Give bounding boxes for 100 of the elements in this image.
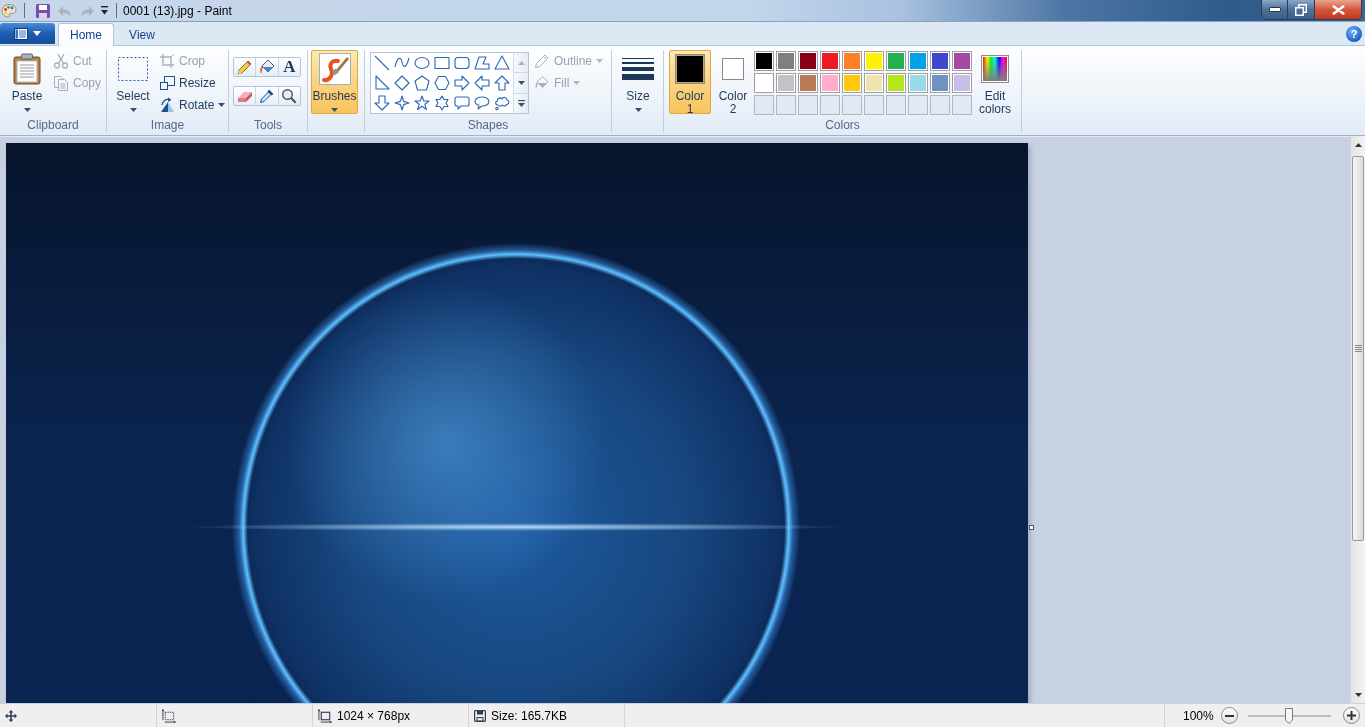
right-triangle-icon[interactable]: [374, 75, 390, 91]
brushes-button[interactable]: Brushes: [311, 50, 358, 114]
empty-color-slot[interactable]: [842, 95, 862, 115]
save-icon: [35, 2, 51, 19]
up-arrow-icon[interactable]: [494, 75, 510, 91]
paint-bucket-icon: [534, 75, 550, 91]
size-button[interactable]: Size: [616, 50, 660, 114]
color-swatch[interactable]: [952, 73, 972, 93]
color-swatch[interactable]: [754, 73, 774, 93]
empty-color-slot[interactable]: [864, 95, 884, 115]
dropdown-icon: [101, 6, 108, 15]
crop-icon: [159, 53, 175, 69]
pentagon-icon[interactable]: [414, 75, 430, 91]
file-size: Size: 165.7KB: [491, 708, 568, 723]
restore-button[interactable]: [1288, 0, 1315, 19]
empty-color-slot[interactable]: [930, 95, 950, 115]
left-arrow-icon[interactable]: [474, 75, 490, 91]
color-swatch[interactable]: [908, 73, 928, 93]
four-point-star-icon[interactable]: [394, 95, 410, 111]
color-swatch[interactable]: [776, 73, 796, 93]
right-arrow-icon[interactable]: [454, 75, 470, 91]
color-swatch[interactable]: [776, 51, 796, 71]
empty-color-slot[interactable]: [820, 95, 840, 115]
paint-bucket-icon: [259, 59, 275, 75]
color-select-button[interactable]: Color 2: [713, 50, 753, 114]
color-swatch[interactable]: [908, 51, 928, 71]
color-swatch[interactable]: [864, 51, 884, 71]
paintbrush-icon: [318, 53, 351, 85]
empty-color-slot[interactable]: [952, 95, 972, 115]
zoom-out-button[interactable]: [1220, 707, 1238, 724]
text-tool-button[interactable]: A: [278, 58, 300, 76]
polygon-icon[interactable]: [474, 55, 490, 71]
palette-icon: [1, 2, 17, 19]
caret-icon: [218, 103, 226, 107]
color-swatch[interactable]: [930, 73, 950, 93]
empty-color-slot[interactable]: [776, 95, 796, 115]
resize-icon: [159, 75, 175, 91]
empty-color-slot[interactable]: [798, 95, 818, 115]
resize-handle[interactable]: [1029, 525, 1034, 530]
magnifier-icon: [281, 88, 298, 104]
selection-size-icon: [162, 708, 176, 723]
color-select-button[interactable]: Color 1: [669, 50, 711, 114]
color-swatch[interactable]: [864, 73, 884, 93]
zoom-level: 100%: [1183, 708, 1214, 723]
ribbon-tab[interactable]: Home: [58, 23, 114, 46]
window-title: 0001 (13).jpg - Paint: [123, 3, 232, 18]
rectangle-icon[interactable]: [434, 55, 450, 71]
save-button[interactable]: [35, 2, 51, 19]
up-caret-icon: [1354, 142, 1362, 147]
group-label: Clipboard: [26, 118, 80, 132]
resize-button[interactable]: Resize: [156, 72, 229, 94]
select-button[interactable]: Select: [113, 50, 153, 114]
caret-icon: [33, 31, 41, 36]
rotate-button[interactable]: Rotate: [156, 94, 229, 116]
clipboard-icon: [13, 53, 41, 85]
ribbon-tab[interactable]: View: [114, 23, 170, 45]
diamond-icon[interactable]: [394, 75, 410, 91]
color-swatch[interactable]: [820, 51, 840, 71]
speech-bubble-icon[interactable]: [454, 95, 470, 111]
color-spectrum-icon: [981, 55, 1009, 83]
color-swatch[interactable]: [952, 51, 972, 71]
color-swatch[interactable]: [930, 51, 950, 71]
color-swatch[interactable]: [886, 73, 906, 93]
image-size-icon: [318, 708, 332, 723]
empty-color-slot[interactable]: [908, 95, 928, 115]
edit-colors-button[interactable]: Edit colors: [975, 50, 1015, 114]
group-label: Shapes: [466, 118, 510, 132]
empty-color-slot[interactable]: [886, 95, 906, 115]
pencil-tool-button[interactable]: [234, 58, 257, 76]
empty-color-slot[interactable]: [754, 95, 774, 115]
color-swatch[interactable]: [754, 51, 774, 71]
color-swatch[interactable]: [820, 73, 840, 93]
hexagon-icon[interactable]: [434, 75, 450, 91]
app-menu-button[interactable]: [0, 23, 55, 44]
rounded-rectangle-icon[interactable]: [454, 55, 470, 71]
minimize-button[interactable]: [1262, 0, 1288, 19]
down-arrow-icon[interactable]: [374, 95, 390, 111]
eyedropper-icon: [259, 88, 275, 104]
color-swatch[interactable]: [798, 51, 818, 71]
zoom-in-button[interactable]: [1342, 707, 1360, 724]
oval-icon[interactable]: [414, 55, 430, 71]
oval-speech-bubble-icon[interactable]: [474, 95, 490, 111]
triangle-icon[interactable]: [494, 55, 510, 71]
six-point-star-icon[interactable]: [434, 95, 450, 111]
scrollbar-thumb[interactable]: [1352, 156, 1364, 541]
cloud-bubble-icon[interactable]: [494, 95, 510, 111]
color-swatch[interactable]: [842, 73, 862, 93]
color-swatch[interactable]: [798, 73, 818, 93]
color-swatch[interactable]: [842, 51, 862, 71]
line-icon[interactable]: [374, 55, 390, 71]
close-icon: [1331, 4, 1345, 15]
color-swatch[interactable]: [886, 51, 906, 71]
five-point-star-icon[interactable]: [414, 95, 430, 111]
paste-button[interactable]: Paste: [7, 50, 47, 114]
selection-rectangle-icon: [118, 57, 148, 81]
caret-icon: [573, 81, 581, 85]
zoom-slider-thumb[interactable]: [1285, 707, 1294, 724]
copy-icon: [53, 75, 69, 91]
caret-icon: [596, 59, 604, 63]
close-button[interactable]: [1315, 0, 1361, 19]
